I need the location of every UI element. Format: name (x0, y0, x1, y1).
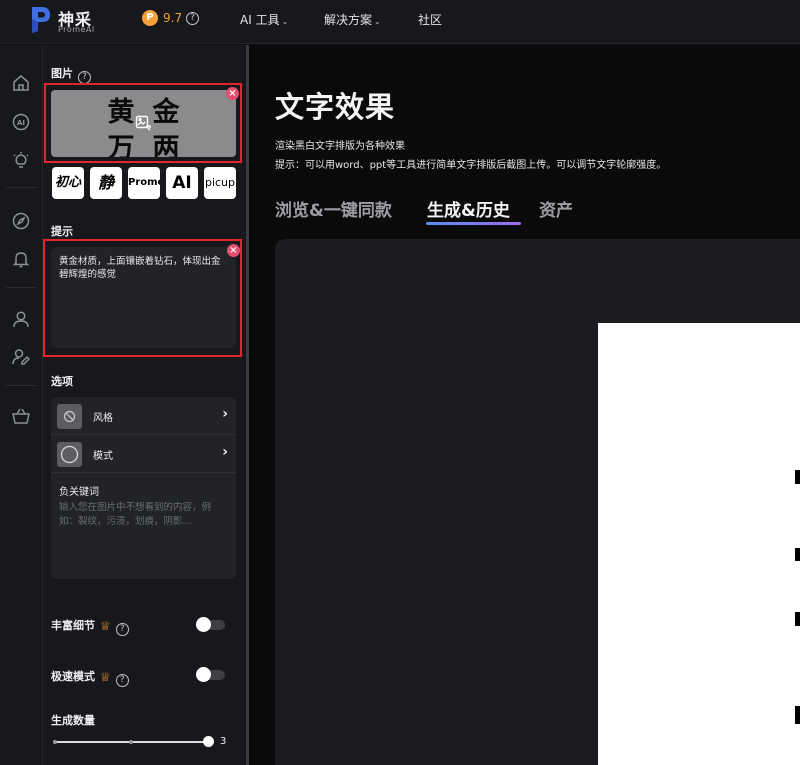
negative-keywords-label: 负关键词 (59, 487, 99, 498)
brand-subtitle: PromeAI (58, 25, 95, 34)
active-tab-indicator (426, 222, 521, 225)
chevron-right-icon: › (222, 444, 228, 460)
user-edit-icon[interactable] (12, 348, 30, 366)
page-tip: 提示：可以用word、ppt等工具进行简单文字排版后截图上传。可以调节文字轮廓强… (275, 160, 667, 171)
compass-icon[interactable] (12, 212, 30, 230)
top-bar: 神采 PromeAI P 9.7 ? AI 工具 ⌄ 解决方案 ⌄ 社区 (0, 0, 800, 44)
image-section-label: 图片? (51, 65, 91, 84)
remove-image-icon[interactable]: × (226, 87, 239, 100)
tab-assets[interactable]: 资产 (539, 196, 573, 221)
negative-keywords-input[interactable]: 输入您在图片中不想看到的内容，例如：裂纹，污渍，划痕，阴影... (59, 501, 229, 529)
style-thumb-4-label: AI (172, 173, 192, 193)
fast-mode-label: 极速模式 ♕? (51, 668, 129, 687)
fast-mode-text: 极速模式 (51, 670, 95, 683)
help-icon[interactable]: ? (115, 623, 129, 636)
count-value: 3 (220, 736, 227, 747)
bell-icon[interactable] (12, 250, 30, 268)
rail-divider (6, 385, 36, 386)
help-icon[interactable]: ? (186, 12, 199, 25)
style-thumb-5-label: picup (204, 176, 236, 189)
rich-detail-text: 丰富细节 (51, 619, 95, 632)
icon-rail: AI (0, 45, 43, 765)
ai-icon[interactable]: AI (12, 113, 30, 131)
nav-solutions-label: 解决方案 (324, 13, 373, 27)
style-option-label: 风格 (93, 413, 113, 424)
promeai-logo[interactable] (28, 5, 52, 35)
rail-divider (6, 187, 36, 188)
nav-community[interactable]: 社区 (418, 11, 442, 28)
result-image-edge-mark (795, 612, 800, 626)
chevron-right-icon: › (222, 406, 228, 422)
count-label: 生成数量 (51, 714, 95, 727)
page-description: 渲染黑白文字排版为各种效果 (275, 141, 405, 152)
style-thumb-5[interactable]: picup (204, 167, 236, 199)
options-section-label: 选项 (51, 375, 73, 388)
home-icon[interactable] (12, 74, 30, 92)
credit-balance[interactable]: 9.7 (163, 11, 182, 25)
style-option-icon (57, 404, 82, 429)
result-image[interactable] (598, 323, 800, 765)
nav-solutions[interactable]: 解决方案 ⌄ (324, 11, 381, 28)
style-thumb-1-label: 初心 (54, 175, 81, 190)
style-option-row[interactable]: 风格 › (51, 397, 236, 435)
style-thumb-2[interactable]: 静 (90, 167, 122, 199)
mode-option-row[interactable]: 模式 › (51, 435, 236, 473)
basket-icon[interactable] (12, 407, 30, 425)
nav-community-label: 社区 (418, 13, 443, 27)
svg-text:AI: AI (17, 119, 25, 127)
nav-ai-tools[interactable]: AI 工具 ⌄ (240, 11, 288, 28)
rich-detail-toggle[interactable] (196, 617, 225, 632)
rich-detail-label: 丰富细节 ♕? (51, 617, 129, 636)
prompt-section-label: 提示 (51, 225, 73, 238)
lightbulb-icon[interactable] (12, 152, 30, 170)
nav-ai-tools-label: AI 工具 (240, 13, 280, 27)
chevron-down-icon: ⌄ (281, 17, 289, 26)
chevron-down-icon: ⌄ (374, 17, 381, 26)
tab-generate-history[interactable]: 生成&历史 (427, 196, 510, 221)
rail-divider (6, 287, 36, 288)
result-image-edge-mark (795, 548, 800, 561)
image-section-title: 图片 (51, 67, 73, 80)
slider-step-dot (129, 740, 133, 744)
fast-mode-toggle[interactable] (196, 667, 225, 682)
result-image-edge-mark (795, 470, 800, 484)
style-thumb-4[interactable]: AI (166, 167, 198, 199)
mode-option-label: 模式 (93, 451, 113, 462)
style-thumb-2-label: 静 (97, 173, 114, 192)
toggle-knob (196, 667, 211, 682)
user-icon[interactable] (12, 310, 30, 328)
mode-option-icon (57, 442, 82, 467)
clear-prompt-icon[interactable]: × (227, 244, 240, 257)
style-thumb-1[interactable]: 初心 (52, 167, 84, 199)
replace-image-icon[interactable] (135, 115, 151, 131)
crown-icon: ♕ (100, 619, 111, 633)
toggle-knob (196, 617, 211, 632)
slider-step-dot (53, 740, 57, 744)
prompt-textarea[interactable]: 黄金材质，上面镶嵌着钻石，体现出金碧辉煌的感觉 (51, 247, 236, 348)
help-icon[interactable]: ? (115, 674, 129, 687)
style-thumb-3[interactable]: Prome (128, 167, 160, 199)
style-thumb-3-label: Prome (128, 177, 160, 188)
page-title: 文字效果 (275, 90, 396, 124)
result-image-edge-mark (795, 706, 800, 724)
options-card: 风格 › 模式 › 负关键词 输入您在图片中不想看到的内容，例如：裂纹，污渍，划… (51, 397, 236, 579)
credit-coin-icon: P (142, 10, 158, 26)
crown-icon: ♕ (100, 670, 111, 684)
count-slider-thumb[interactable] (203, 736, 214, 747)
tab-browse[interactable]: 浏览&一键同款 (275, 196, 392, 221)
